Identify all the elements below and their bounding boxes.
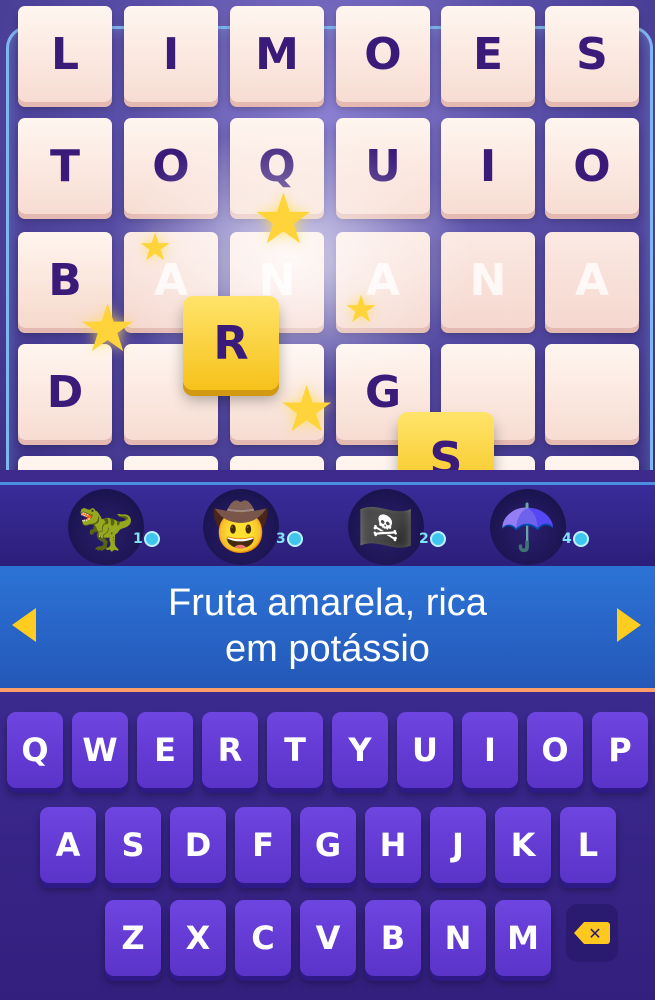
dino-avatar-icon[interactable]: 🦖 xyxy=(68,489,144,565)
star-icon: ★ xyxy=(344,287,379,331)
board-tile: S xyxy=(545,6,639,102)
key-b[interactable]: B xyxy=(365,900,421,976)
key-a[interactable]: A xyxy=(40,807,96,883)
player-strip: 🦖 1 🤠 3 🏴‍☠️ 2 ☂️ 4 xyxy=(0,482,655,569)
board-tile: T xyxy=(18,118,112,214)
clue-bar: Fruta amarela, rica em potássio xyxy=(0,566,655,692)
board-row-1: L I M O E S xyxy=(0,6,655,102)
board-tile xyxy=(230,456,324,470)
star-icon: ★ xyxy=(138,225,173,269)
board-tile: U xyxy=(336,118,430,214)
board-row-2: T O Q U I O xyxy=(0,118,655,214)
board-tile xyxy=(124,456,218,470)
coin-icon xyxy=(143,531,160,547)
key-u[interactable]: U xyxy=(397,712,453,788)
key-k[interactable]: K xyxy=(495,807,551,883)
key-v[interactable]: V xyxy=(300,900,356,976)
board-tile: N xyxy=(441,232,535,328)
key-c[interactable]: C xyxy=(235,900,291,976)
key-q[interactable]: Q xyxy=(7,712,63,788)
board-tile: M xyxy=(230,6,324,102)
board-row-5 xyxy=(0,456,655,470)
player-score: 2 xyxy=(419,531,446,547)
key-w[interactable]: W xyxy=(72,712,128,788)
coin-icon xyxy=(429,531,446,547)
star-icon: ★ xyxy=(78,290,138,367)
key-y[interactable]: Y xyxy=(332,712,388,788)
key-f[interactable]: F xyxy=(235,807,291,883)
key-r[interactable]: R xyxy=(202,712,258,788)
star-icon: ★ xyxy=(252,178,315,260)
key-l[interactable]: L xyxy=(560,807,616,883)
flying-letter-tile: S xyxy=(398,412,494,470)
backspace-icon: ✕ xyxy=(574,922,610,944)
key-e[interactable]: E xyxy=(137,712,193,788)
key-i[interactable]: I xyxy=(462,712,518,788)
board-tile xyxy=(545,344,639,440)
board-tile: E xyxy=(441,6,535,102)
keyboard: Q W E R T Y U I O P A S D F G H J K L Z … xyxy=(0,692,655,1000)
board-tile: L xyxy=(18,6,112,102)
key-m[interactable]: M xyxy=(495,900,551,976)
clue-line-2: em potássio xyxy=(225,628,430,670)
board-tile: O xyxy=(545,118,639,214)
pirate-avatar-icon[interactable]: 🏴‍☠️ xyxy=(348,489,424,565)
previous-clue-arrow-icon[interactable] xyxy=(12,608,36,642)
board-tile: I xyxy=(124,6,218,102)
clue-line-1: Fruta amarela, rica xyxy=(168,582,487,624)
umbrella-avatar-icon[interactable]: ☂️ xyxy=(490,489,566,565)
key-o[interactable]: O xyxy=(527,712,583,788)
key-z[interactable]: Z xyxy=(105,900,161,976)
key-t[interactable]: T xyxy=(267,712,323,788)
key-p[interactable]: P xyxy=(592,712,648,788)
next-clue-arrow-icon[interactable] xyxy=(617,608,641,642)
coin-icon xyxy=(286,531,303,547)
board-tile: O xyxy=(124,118,218,214)
key-j[interactable]: J xyxy=(430,807,486,883)
key-n[interactable]: N xyxy=(430,900,486,976)
key-h[interactable]: H xyxy=(365,807,421,883)
player-score: 4 xyxy=(562,531,589,547)
star-icon: ★ xyxy=(278,373,336,447)
coin-icon xyxy=(572,531,589,547)
board-tile: A xyxy=(545,232,639,328)
flying-letter-tile: R xyxy=(183,296,279,390)
backspace-button[interactable]: ✕ xyxy=(566,904,618,962)
clue-text: Fruta amarela, rica em potássio xyxy=(70,580,585,672)
game-board: L I M O E S T O Q U I O B A N A N A D G xyxy=(0,0,655,470)
board-tile: I xyxy=(441,118,535,214)
key-d[interactable]: D xyxy=(170,807,226,883)
explorer-avatar-icon[interactable]: 🤠 xyxy=(203,489,279,565)
key-g[interactable]: G xyxy=(300,807,356,883)
board-tile xyxy=(545,456,639,470)
board-tile: O xyxy=(336,6,430,102)
key-x[interactable]: X xyxy=(170,900,226,976)
board-tile xyxy=(18,456,112,470)
player-score: 1 xyxy=(133,531,160,547)
key-s[interactable]: S xyxy=(105,807,161,883)
player-score: 3 xyxy=(276,531,303,547)
